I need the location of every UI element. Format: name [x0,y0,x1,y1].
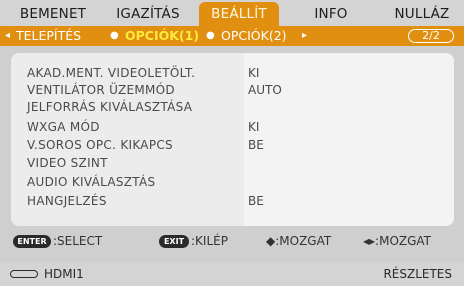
input-source: HDMI1 [44,267,84,281]
right-arrow-icon[interactable]: ▸ [302,26,307,46]
exit-key-icon: EXIT [159,235,189,248]
tab-nullaz[interactable]: NULLÁZ [387,2,457,26]
subtab-opciok-1[interactable]: OPCIÓK(1) [125,26,199,46]
setting-label: WXGA MÓD [27,120,100,134]
status-bar: HDMI1 RÉSZLETES [0,262,464,286]
separator-dot-icon: ● [110,30,119,41]
subtab-telepites[interactable]: TELEPÍTÉS [16,26,81,46]
setting-label: VENTILÁTOR ÜZEMMÓD [27,83,175,97]
setting-row[interactable]: HANGJELZÉS BE [11,192,454,210]
setting-value: BE [248,194,264,208]
settings-panel: AKAD.MENT. VIDEOLETÖLT. KI VENTILÁTOR ÜZ… [11,53,454,226]
setting-value: KI [248,66,260,80]
setting-label: JELFORRÁS KIVÁLASZTÁSA [27,100,193,114]
setting-row[interactable]: AKAD.MENT. VIDEOLETÖLT. KI [11,64,454,82]
move-horizontal-hint: ◂▸:MOZGAT [363,234,432,248]
setting-label: V.SOROS OPC. KIKAPCS [27,138,173,152]
setting-label: HANGJELZÉS [27,194,107,208]
subtab-opciok-2[interactable]: OPCIÓK(2) [221,26,287,46]
setting-value: KI [248,120,260,134]
setting-label: VIDEO SZINT [27,156,108,170]
sub-tab-bar: ◂ TELEPÍTÉS ● OPCIÓK(1) ● OPCIÓK(2) ▸ 2/… [0,26,464,46]
setting-label: AKAD.MENT. VIDEOLETÖLT. [27,66,196,80]
setting-row[interactable]: JELFORRÁS KIVÁLASZTÁSA [11,98,454,116]
move-vertical-hint: ◆:MOZGAT [266,234,332,248]
input-connector-icon [10,270,38,278]
main-tab-bar: BEMENET IGAZÍTÁS BEÁLLÍT INFO NULLÁZ [0,0,464,26]
setting-row[interactable]: AUDIO KIVÁLASZTÁS [11,173,454,191]
tab-igazitas[interactable]: IGAZÍTÁS [106,2,190,26]
tab-beallit[interactable]: BEÁLLÍT [199,2,279,26]
key-hints: ENTER :SELECT EXIT :KILÉP ◆:MOZGAT ◂▸:MO… [0,231,464,251]
setting-label: AUDIO KIVÁLASZTÁS [27,175,156,189]
projector-menu: BEMENET IGAZÍTÁS BEÁLLÍT INFO NULLÁZ ◂ T… [0,0,464,286]
setting-value: AUTO [248,83,282,97]
select-hint: :SELECT [53,234,103,248]
tab-info[interactable]: INFO [306,2,356,26]
exit-hint: :KILÉP [191,234,228,248]
page-indicator: 2/2 [408,29,454,43]
setting-row[interactable]: V.SOROS OPC. KIKAPCS BE [11,136,454,154]
enter-key-icon: ENTER [13,235,51,248]
separator-dot-icon: ● [206,30,215,41]
tab-bemenet[interactable]: BEMENET [14,2,92,26]
setting-value: BE [248,138,264,152]
left-arrow-icon[interactable]: ◂ [5,26,10,46]
details-button[interactable]: RÉSZLETES [383,262,452,286]
setting-row[interactable]: VIDEO SZINT [11,154,454,172]
setting-row[interactable]: VENTILÁTOR ÜZEMMÓD AUTO [11,81,454,99]
setting-row[interactable]: WXGA MÓD KI [11,118,454,136]
